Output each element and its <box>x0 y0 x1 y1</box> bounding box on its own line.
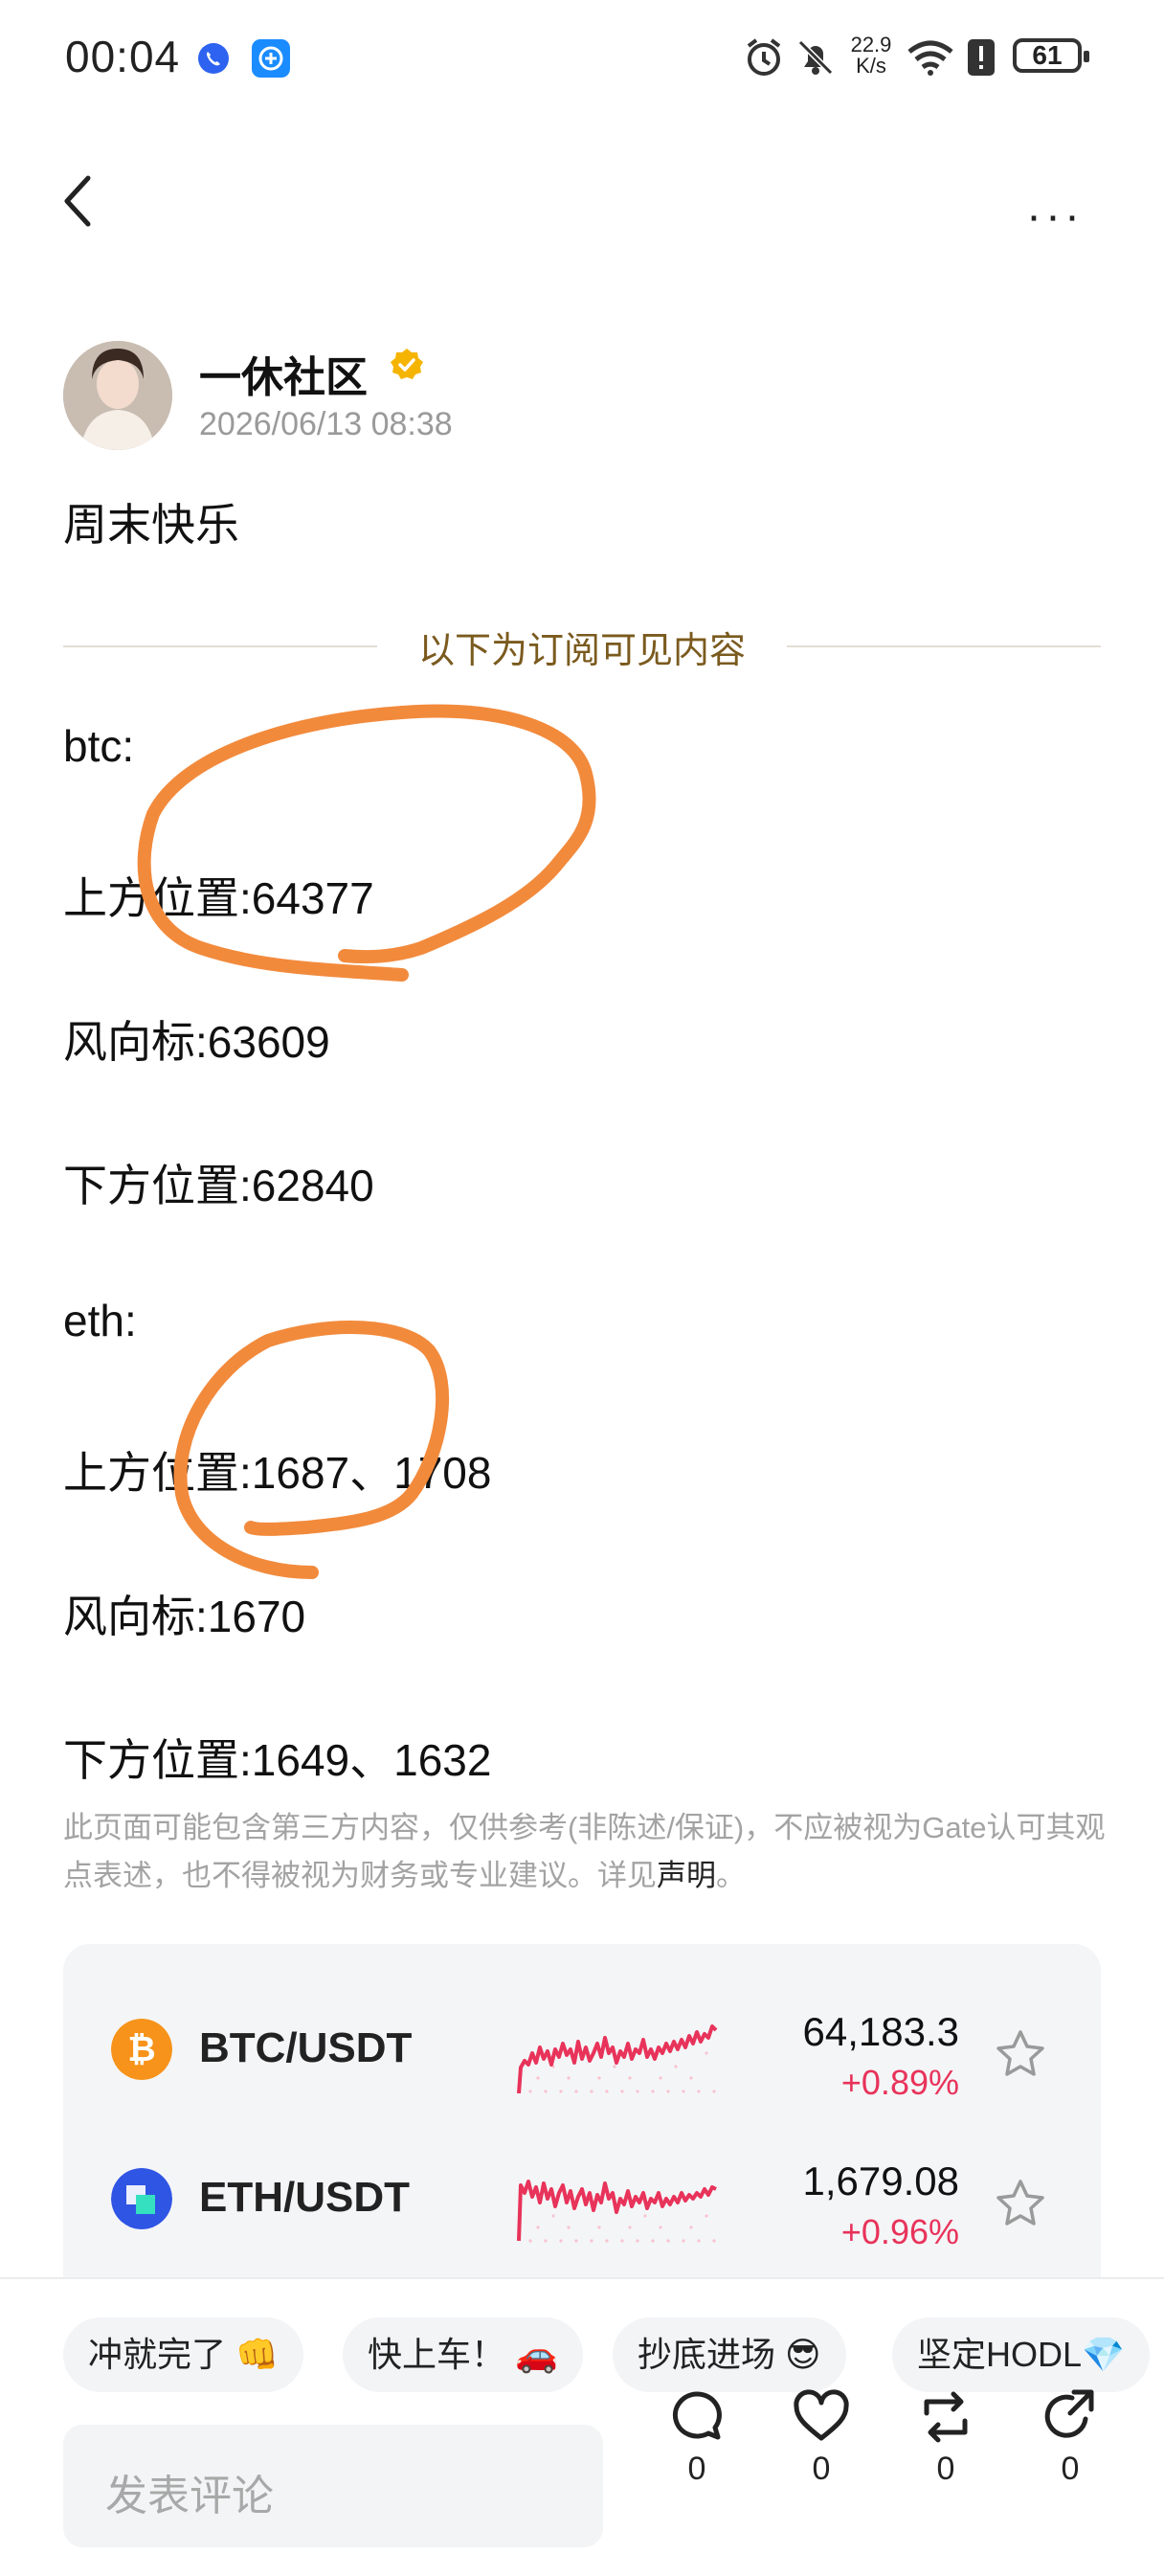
repost-icon <box>924 2391 968 2443</box>
market-pair-eth: ETH/USDT <box>199 2174 410 2221</box>
sparkline-eth <box>517 2180 717 2243</box>
back-arrow-icon[interactable] <box>59 172 101 230</box>
disclaimer: 此页面可能包含第三方内容，仅供参考(非陈述/保证)，不应被视为Gate认可其观点… <box>63 1804 1107 1900</box>
status-time: 00:04 <box>65 32 181 81</box>
share-count: 0 <box>1061 2451 1080 2487</box>
post-line-eth-lower: 下方位置:1649、1632 <box>63 1735 492 1785</box>
author-name[interactable]: 一休社区 <box>199 343 368 404</box>
phone-call-icon <box>198 43 229 74</box>
share-icon <box>1044 2389 1094 2438</box>
verified-badge-icon <box>391 349 423 379</box>
post-line-eth-pivot: 风向标:1670 <box>63 1592 306 1641</box>
post-line-btc-lower: 下方位置:62840 <box>63 1161 374 1210</box>
net-speed-unit: K/s <box>856 54 886 78</box>
favorite-star-icon[interactable] <box>994 2178 1047 2231</box>
bitcoin-icon: ₿ <box>111 2019 172 2080</box>
disclaimer-end: 。 <box>716 1859 746 1892</box>
divider-right <box>787 645 1101 647</box>
alarm-icon <box>747 38 781 76</box>
repost-count: 0 <box>936 2451 955 2487</box>
net-speed-value: 22.9 <box>850 33 892 56</box>
post-line-btc-upper: 上方位置:64377 <box>63 873 374 923</box>
market-pair-btc: BTC/USDT <box>199 2024 413 2071</box>
alert-icon <box>968 39 995 76</box>
post-line-btc: btc: <box>63 721 135 771</box>
market-row-btc[interactable]: ₿ BTC/USDT 64,183.3 +0.89% <box>63 2009 1101 2130</box>
quick-reply-chip[interactable]: 快上车！ 🚗 <box>343 2317 583 2392</box>
favorite-star-icon[interactable] <box>994 2028 1047 2082</box>
market-row-eth[interactable]: ETH/USDT 1,679.08 +0.96% <box>63 2158 1101 2279</box>
post-line-btc-pivot: 风向标:63609 <box>63 1017 330 1067</box>
comment-bubble-icon <box>672 2391 722 2440</box>
repost-action[interactable]: 0 <box>907 2388 984 2488</box>
wifi-icon <box>907 40 953 76</box>
disclaimer-text: 此页面可能包含第三方内容，仅供参考(非陈述/保证)，不应被视为Gate认可其观点… <box>63 1811 1106 1892</box>
post-line-eth: eth: <box>63 1296 137 1345</box>
more-options-icon[interactable]: ··· <box>1026 190 1084 242</box>
svg-text:₿: ₿ <box>127 2030 155 2069</box>
market-change-eth: +0.96% <box>840 2212 959 2251</box>
avatar[interactable] <box>63 341 172 450</box>
like-count: 0 <box>812 2451 831 2487</box>
status-bar: 00:04 22.9 K/s 61 <box>0 0 1164 115</box>
market-price-eth: 1,679.08 <box>802 2158 960 2203</box>
eth-icon <box>111 2168 172 2229</box>
app-notify-icon <box>252 39 290 78</box>
quick-reply-chip[interactable]: 坚定HODL💎 <box>892 2317 1150 2392</box>
sparkline-btc <box>517 2024 718 2094</box>
like-action[interactable]: 0 <box>783 2388 860 2488</box>
market-price-btc: 64,183.3 <box>802 2009 960 2054</box>
share-action[interactable]: 0 <box>1032 2388 1108 2488</box>
disclaimer-link[interactable]: 声明 <box>657 1859 716 1892</box>
heart-icon <box>794 2389 849 2441</box>
comment-count: 0 <box>687 2451 706 2487</box>
quick-reply-chip[interactable]: 冲就完了 👊 <box>63 2317 303 2392</box>
post-time: 2026/06/13 08:38 <box>199 406 453 442</box>
mute-icon <box>797 39 834 76</box>
comment-placeholder: 发表评论 <box>105 2473 274 2520</box>
comment-action[interactable]: 0 <box>659 2388 735 2488</box>
market-change-btc: +0.89% <box>840 2063 959 2102</box>
post-line-eth-upper: 上方位置:1687、1708 <box>63 1448 492 1498</box>
post-title: 周末快乐 <box>63 500 239 550</box>
net-speed: 22.9 K/s <box>842 34 900 77</box>
quick-reply-chip[interactable]: 抄底进场 😎 <box>613 2317 846 2392</box>
battery-icon: 61 <box>1013 38 1089 73</box>
